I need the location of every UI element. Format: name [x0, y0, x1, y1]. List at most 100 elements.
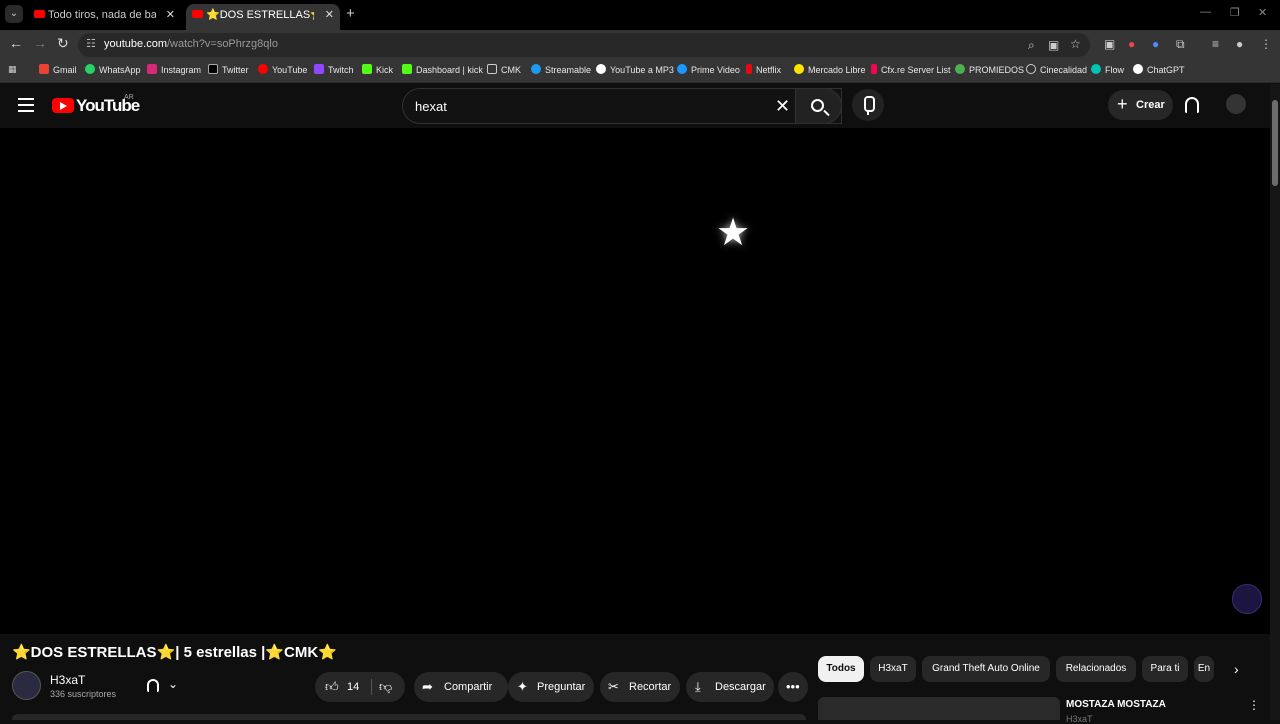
x-icon [208, 64, 218, 74]
clip-button[interactable]: ✂ Recortar [600, 672, 680, 702]
minimize-icon[interactable]: — [1200, 6, 1211, 18]
like-count[interactable]: 14 [347, 681, 359, 693]
subscription-notifications-button[interactable]: ⌄ [140, 671, 190, 701]
youtube-icon [258, 64, 268, 74]
apps-icon[interactable]: ▦ [8, 64, 17, 75]
search-button[interactable] [795, 88, 842, 124]
notifications-bell-icon[interactable] [1185, 97, 1199, 113]
window-close-icon[interactable]: ✕ [1258, 6, 1267, 19]
scrollbar-thumb[interactable] [1272, 100, 1278, 186]
bookmark-youtube[interactable]: YouTube [258, 64, 307, 75]
twitch-icon [314, 64, 324, 74]
reload-icon[interactable]: ↻ [57, 35, 69, 52]
recommended-video-thumbnail[interactable] [818, 697, 1060, 720]
tab-search-button[interactable]: ⌄ [5, 5, 23, 23]
bookmark-star-icon[interactable]: ☆ [1070, 37, 1081, 51]
back-icon[interactable]: ← [9, 35, 23, 51]
like-icon[interactable]: 👍︎ [325, 679, 339, 695]
description-box[interactable] [12, 714, 806, 720]
recommended-video-title[interactable]: MOSTAZA MOSTAZA [1066, 699, 1166, 710]
site-info-icon[interactable]: ☷ [86, 37, 100, 51]
video-player[interactable]: ★ [0, 128, 1270, 634]
new-tab-icon[interactable]: + [346, 5, 355, 22]
ask-button[interactable]: ✦ Preguntar [508, 672, 594, 702]
prime-video-icon [677, 64, 687, 74]
youtube-favicon-icon [34, 10, 45, 18]
bookmark-kick[interactable]: Kick [362, 64, 393, 75]
promiedos-icon [955, 64, 965, 74]
folder-icon [487, 64, 497, 74]
instagram-icon [147, 64, 157, 74]
bookmark-twitter[interactable]: Twitter [208, 64, 249, 75]
extension-icon[interactable]: ● [1128, 37, 1135, 51]
bookmark-cfx[interactable]: Cfx.re Server List [871, 64, 951, 75]
share-button[interactable]: ➦ Compartir [414, 672, 508, 702]
bookmark-streamable[interactable]: Streamable [531, 64, 591, 75]
bookmark-twitch[interactable]: Twitch [314, 64, 354, 75]
tab-close-icon[interactable]: ✕ [325, 4, 334, 26]
bell-icon [147, 679, 159, 692]
browser-tab-2[interactable]: ⭐DOS ESTRELLAS⭐| 5 estrellas ✕ [186, 4, 340, 30]
puzzle-icon[interactable]: ⧉ [1176, 37, 1185, 52]
browser-tab-1[interactable]: Todo tiros, nada de bates | J7 V ✕ [28, 4, 181, 30]
page-scrollbar[interactable] [1270, 84, 1280, 720]
bookmark-mercado-libre[interactable]: Mercado Libre [794, 64, 866, 75]
restore-icon[interactable]: ❐ [1230, 6, 1240, 19]
account-avatar[interactable] [1226, 94, 1246, 114]
bookmark-cmk[interactable]: CMK [487, 64, 521, 75]
bookmark-cinecalidad[interactable]: Cinecalidad [1026, 64, 1087, 75]
recommended-video-channel: H3xaT [1066, 714, 1093, 724]
bookmark-instagram[interactable]: Instagram [147, 64, 201, 75]
kick-icon [362, 64, 372, 74]
search-input[interactable]: hexat ✕ [402, 88, 842, 124]
zoom-icon[interactable]: ⌕ [1028, 38, 1035, 53]
more-actions-button[interactable]: ••• [778, 672, 808, 702]
menu-icon[interactable] [18, 98, 34, 112]
chip-channel[interactable]: H3xaT [870, 656, 916, 682]
bookmark-dashboard-kick[interactable]: Dashboard | kick [402, 64, 483, 75]
chevron-right-icon[interactable]: › [1234, 661, 1239, 677]
browser-tabstrip: ⌄ Todo tiros, nada de bates | J7 V ✕ ⭐DO… [0, 0, 1280, 30]
tab-close-icon[interactable]: ✕ [166, 4, 175, 26]
forward-icon[interactable]: → [33, 35, 47, 51]
bookmark-youtube-mp3[interactable]: YouTube a MP3 [596, 64, 674, 75]
bookmark-promiedos[interactable]: PROMIEDOS [955, 64, 1024, 75]
cast-icon[interactable]: ▣ [1048, 38, 1059, 52]
channel-avatar[interactable] [12, 671, 41, 700]
bookmark-netflix[interactable]: Netflix [746, 64, 781, 75]
chip-gta-online[interactable]: Grand Theft Auto Online [922, 656, 1050, 682]
more-vert-icon[interactable]: ⋮ [1248, 698, 1260, 712]
share-label: Compartir [444, 681, 493, 693]
media-control-icon[interactable]: ≡ [1212, 37, 1219, 51]
browser-toolbar: ← → ↻ ☷ youtube.com/watch?v=soPhrzg8qlo … [0, 30, 1280, 59]
bookmark-gmail[interactable]: Gmail [39, 64, 77, 75]
extension-icon[interactable]: ● [1152, 37, 1159, 51]
browser-menu-icon[interactable]: ⋮ [1260, 37, 1272, 51]
channel-name[interactable]: H3xaT [50, 673, 85, 687]
mercado-libre-icon [794, 64, 804, 74]
youtube-logo-icon[interactable] [52, 98, 74, 113]
whatsapp-icon [85, 64, 95, 74]
profile-icon[interactable]: ● [1236, 37, 1243, 51]
bookmark-whatsapp[interactable]: WhatsApp [85, 64, 141, 75]
chip-todos[interactable]: Todos [818, 656, 864, 682]
sparkle-icon: ✦ [517, 679, 528, 694]
chip-para-ti[interactable]: Para ti [1142, 656, 1188, 682]
extension-icon[interactable]: ▣ [1104, 37, 1115, 51]
dislike-icon[interactable]: 👎︎ [379, 679, 392, 695]
channel-watermark[interactable] [1232, 584, 1262, 614]
chip-relacionados[interactable]: Relacionados [1056, 656, 1136, 682]
url-text: youtube.com/watch?v=soPhrzg8qlo [104, 38, 278, 50]
video-title: ⭐DOS ESTRELLAS⭐| 5 estrellas |⭐CMK⭐ [12, 644, 337, 661]
bookmark-flow[interactable]: Flow [1091, 64, 1124, 75]
create-label: Crear [1136, 99, 1165, 111]
bookmarks-bar: ▦ Gmail WhatsApp Instagram Twitter YouTu… [0, 59, 1280, 83]
bookmark-chatgpt[interactable]: ChatGPT [1133, 64, 1185, 75]
create-button[interactable]: + Crear [1108, 90, 1173, 120]
clear-search-icon[interactable]: ✕ [775, 96, 790, 117]
address-bar[interactable]: ☷ youtube.com/watch?v=soPhrzg8qlo ⌕ ▣ ☆ [78, 33, 1090, 57]
voice-search-icon[interactable] [852, 89, 884, 121]
chip-en[interactable]: En [1194, 656, 1214, 682]
download-button[interactable]: ⤓ Descargar [686, 672, 774, 702]
bookmark-prime-video[interactable]: Prime Video [677, 64, 740, 75]
